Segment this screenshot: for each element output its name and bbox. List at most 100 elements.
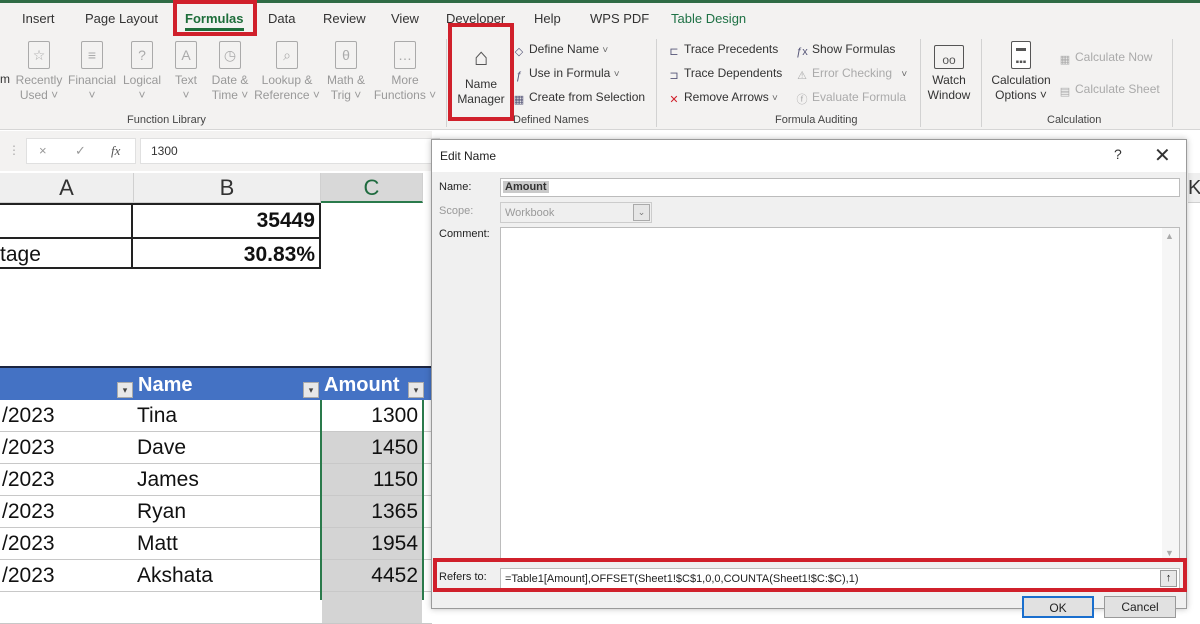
calculation-options-button[interactable]: ▬ ▪▪▪ Calculation Options ˅ [988,41,1054,103]
lookup-label-2: Reference ˅ [254,88,320,102]
enter-icon[interactable]: ✓ [75,143,86,159]
tab-view[interactable]: View [391,11,419,26]
name-cell[interactable]: Akshata [137,560,213,592]
logical-button[interactable]: ? Logical ˅ [120,41,164,103]
chevron-down-icon: ˅ [602,45,609,56]
math-label-2: Trig ˅ [330,88,362,102]
group-separator [1172,39,1173,127]
scope-select[interactable]: Workbook ⌄ [500,202,652,223]
trace-dependents-button[interactable]: ⊐ Trace Dependents [667,66,782,82]
show-formulas-button[interactable]: ƒx Show Formulas [795,42,895,58]
tab-help[interactable]: Help [534,11,561,26]
tab-data[interactable]: Data [268,11,295,26]
date-cell[interactable]: /2023 [2,432,55,464]
use-in-formula-button[interactable]: ƒ Use in Formula ˅ [512,66,620,82]
star-book-icon: ☆ [28,41,50,69]
evaluate-formula-icon: ⓕ [796,94,808,106]
calculate-sheet-icon: ▤ [1059,86,1071,98]
name-cell[interactable]: Ryan [137,496,186,528]
tab-page-layout[interactable]: Page Layout [85,11,158,26]
lookup-reference-button[interactable]: ⌕ Lookup & Reference ˅ [254,41,320,103]
header-amount[interactable]: Amount [324,368,400,402]
math-trig-button[interactable]: θ Math & Trig ˅ [322,41,370,103]
scope-value: Workbook [505,207,555,219]
financial-button[interactable]: ≡ Financial ˅ [66,41,118,103]
autosum-partial-label[interactable]: m [0,72,10,86]
date-time-label: Date & [211,73,249,87]
filter-dropdown-icon[interactable]: ▾ [408,382,424,398]
trace-precedents-button[interactable]: ⊏ Trace Precedents [667,42,778,58]
name-input[interactable]: Amount [500,178,1180,197]
logical-dropdown: ˅ [138,88,146,102]
filter-dropdown-icon[interactable]: ▾ [117,382,133,398]
recently-used-label: Recently [15,73,63,87]
date-cell[interactable]: /2023 [2,496,55,528]
column-header-a[interactable]: A [0,173,134,203]
watch-window-label: Watch [932,73,966,87]
close-button[interactable]: ✕ [1154,143,1171,168]
trace-precedents-label: Trace Precedents [684,42,779,56]
filter-dropdown-icon[interactable]: ▾ [303,382,319,398]
logical-label: Logical [122,73,162,87]
evaluate-formula-button[interactable]: ⓕ Evaluate Formula [795,90,907,106]
date-time-button[interactable]: ◷ Date & Time ˅ [206,41,254,103]
formula-input[interactable]: 1300 [140,138,440,164]
name-cell[interactable]: Tina [137,400,177,432]
calculate-sheet-button[interactable]: ▤ Calculate Sheet [1058,82,1160,98]
tab-insert[interactable]: Insert [22,11,55,26]
text-button[interactable]: A Text ˅ [168,41,204,103]
edit-name-dialog: Edit Name ? ✕ Name: Amount Scope: Workbo… [431,139,1187,618]
summary-value-cell[interactable]: 35449 [135,205,315,237]
dialog-title-bar[interactable]: Edit Name ? ✕ [432,140,1186,172]
scope-label: Scope: [439,205,474,217]
summary-label-cell[interactable] [0,205,133,237]
date-cell[interactable]: /2023 [2,528,55,560]
more-functions-button[interactable]: … More Functions ˅ [372,41,438,103]
summary-label-cell[interactable]: tage [0,239,133,269]
header-name[interactable]: Name [138,368,192,402]
table-header-row: ▾ Name ▾ Amount ▾ [0,366,432,400]
scroll-down-icon[interactable]: ▼ [1165,548,1174,558]
watch-window-button[interactable]: oo Watch Window [926,45,972,103]
create-from-selection-button[interactable]: ▦ Create from Selection [512,90,645,106]
tag-icon: ◇ [514,46,524,58]
cancel-icon[interactable]: × [39,143,47,158]
name-cell[interactable]: Dave [137,432,186,464]
chevron-down-icon: ˅ [772,93,778,104]
theta-book-icon: θ [335,41,357,69]
cancel-button[interactable]: Cancel [1104,596,1176,618]
comment-textarea[interactable]: ▲ ▼ [500,227,1180,562]
define-name-button[interactable]: ◇ Define Name ˅ [512,42,608,58]
dialog-title: Edit Name [440,149,497,163]
date-cell[interactable]: /2023 [2,400,55,432]
chevron-down-icon[interactable]: ⌄ [633,204,650,221]
tab-table-design[interactable]: Table Design [671,11,746,26]
column-header-c[interactable]: C [321,173,423,203]
error-checking-button[interactable]: ⚠ Error Checking ˅ [795,66,907,82]
chevron-down-icon: ˅ [613,69,620,80]
ok-button[interactable]: OK [1022,596,1094,618]
comment-scrollbar[interactable]: ▲ ▼ [1162,228,1179,561]
summary-value-cell[interactable]: 30.83% [135,239,315,271]
name-cell[interactable]: James [137,464,199,496]
insert-function-icon[interactable]: fx [111,143,120,159]
name-cell[interactable]: Matt [137,528,178,560]
calculate-now-button[interactable]: ▦ Calculate Now [1058,50,1153,66]
column-header-b[interactable]: B [134,173,321,203]
calculation-group-label: Calculation [1047,114,1102,126]
tab-review[interactable]: Review [323,11,366,26]
lookup-label: Lookup & [261,73,313,87]
scroll-up-icon[interactable]: ▲ [1165,231,1174,241]
tab-wps-pdf[interactable]: WPS PDF [590,11,649,26]
ellipsis-book-icon: … [394,41,416,69]
date-cell[interactable]: /2023 [2,560,55,592]
help-button[interactable]: ? [1114,146,1122,162]
question-book-icon: ? [131,41,153,69]
drag-handle-icon[interactable]: ⋮ [8,143,20,157]
recently-used-button[interactable]: ☆ Recently Used ˅ [14,41,64,103]
watch-window-icon: oo [934,45,964,69]
date-cell[interactable]: /2023 [2,464,55,496]
column-header-k[interactable]: K [1188,173,1200,203]
text-label: Text [174,73,197,87]
remove-arrows-button[interactable]: ✕ Remove Arrows ˅ [667,90,778,106]
